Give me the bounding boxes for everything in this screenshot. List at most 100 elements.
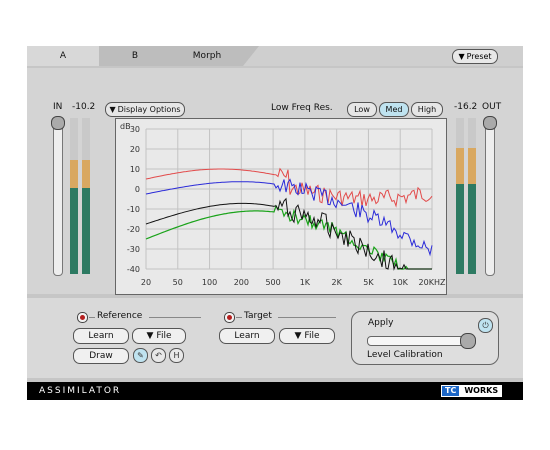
in-fader[interactable] [53,118,63,276]
low-freq-med-label: Med [385,105,403,114]
divider-line [236,317,242,318]
target-file-button[interactable]: ▼ File [279,328,335,344]
hold-icon[interactable]: H [169,348,184,363]
assimilator-plugin: A B Morph ▼ Preset IN -10.2 -16.2 OUT ▼ … [27,46,523,400]
out-fader-knob[interactable] [483,116,497,130]
y-tick-label: -40 [127,265,140,274]
draw-label: Draw [89,351,113,361]
y-tick-label: 10 [130,165,140,174]
reference-learn-button[interactable]: Learn [73,328,129,344]
apply-slider-knob[interactable] [460,333,476,349]
low-freq-med-button[interactable]: Med [379,102,409,117]
learn-label: Learn [234,331,260,341]
footer-bar: ASSIMILATOR TC WORKS [27,382,523,400]
spectrum-graph: dB 30 20 10 0 -10 -20 -30 -40 20 50 100 200 500 1K 2K… [115,118,447,295]
tab-morph-label: Morph [192,51,222,61]
meter-segment [82,118,90,160]
in-value: -10.2 [72,102,96,112]
y-tick-label: 30 [130,125,140,134]
x-tick-label: 500 [265,278,280,287]
triangle-down-icon: ▼ [458,52,465,61]
x-tick-label: 10K [393,278,409,287]
reference-file-button[interactable]: ▼ File [132,328,186,344]
apply-label: Apply [368,318,394,328]
y-tick-label: 20 [130,145,140,154]
apply-slider[interactable] [367,336,469,346]
meter-segment [456,118,464,148]
preset-label: Preset [466,52,492,61]
x-tick-label: 100 [202,278,217,287]
display-options-label: Display Options [117,105,181,114]
target-radio[interactable] [224,312,235,323]
x-tick-label: 1K [300,278,311,287]
meter-segment [70,118,78,160]
tab-strip: A B Morph ▼ Preset [27,46,523,66]
out-meter-left [456,118,464,274]
triangle-down-icon: ▼ [109,105,116,114]
reference-draw-button[interactable]: Draw [73,348,129,364]
reference-label: Reference [97,311,143,321]
out-label: OUT [482,102,502,112]
divider-line [89,317,95,318]
reference-radio[interactable] [77,312,88,323]
y-tick-label: 0 [135,185,140,194]
tab-b-label: B [131,51,139,61]
out-meter-right [468,118,476,274]
meter-segment [82,160,90,188]
y-tick-label: -20 [127,225,140,234]
bottom-controls: Reference Learn ▼ File Draw ✎ ↶ H Target… [27,298,523,378]
display-options-button[interactable]: ▼ Display Options [105,102,185,117]
main-panel: IN -10.2 -16.2 OUT ▼ Display Options Low… [27,68,523,295]
logo-works: WORKS [460,385,503,397]
divider-line [149,317,201,318]
tab-a[interactable]: A [27,46,99,66]
preset-button[interactable]: ▼ Preset [452,49,498,64]
meter-segment [70,160,78,188]
tc-works-logo: TC WORKS [441,385,503,397]
power-icon[interactable]: ⏻ [478,318,493,333]
learn-label: Learn [88,331,114,341]
in-meter-right [82,118,90,274]
in-label: IN [53,102,63,112]
pencil-icon[interactable]: ✎ [133,348,148,363]
file-label: File [156,331,172,341]
divider-line [278,317,336,318]
logo-tc: TC [441,385,461,397]
target-learn-button[interactable]: Learn [219,328,275,344]
meter-segment [468,148,476,184]
triangle-down-icon: ▼ [294,331,302,341]
spectrum-svg: dB 3020100-10-20-30-40 20 50 100 200 500 1K 2K… [120,122,446,287]
in-fader-knob[interactable] [51,116,65,130]
curve-green [145,204,432,270]
low-freq-low-label: Low [354,105,370,114]
undo-icon[interactable]: ↶ [151,348,166,363]
low-freq-low-button[interactable]: Low [347,102,377,117]
target-label: Target [244,311,272,321]
x-tick-label: 20 [141,278,151,287]
product-name: ASSIMILATOR [39,386,122,396]
in-meter-left [70,118,78,274]
low-freq-label: Low Freq Res. [271,103,333,113]
x-tick-label: 200 [234,278,249,287]
x-tick-label: 50 [173,278,183,287]
apply-panel: Apply Level Calibration ⏻ [351,311,499,365]
out-fader[interactable] [485,118,495,276]
y-tick-label: -30 [127,245,140,254]
meter-segment [456,148,464,184]
low-freq-high-label: High [417,105,437,114]
tab-morph[interactable]: Morph [171,46,243,66]
meter-segment [468,118,476,148]
x-tick-label: 20KHZ [419,278,446,287]
file-label: File [304,331,320,341]
curve-red [145,167,433,208]
triangle-down-icon: ▼ [146,331,154,341]
tab-a-label: A [59,51,67,61]
x-tick-label: 5K [363,278,374,287]
y-tick-label: -10 [127,205,140,214]
tab-divider [99,46,115,66]
level-calibration-label: Level Calibration [367,350,443,360]
out-value: -16.2 [454,102,478,112]
x-tick-label: 2K [331,278,342,287]
low-freq-high-button[interactable]: High [411,102,443,117]
tab-divider [243,46,259,66]
